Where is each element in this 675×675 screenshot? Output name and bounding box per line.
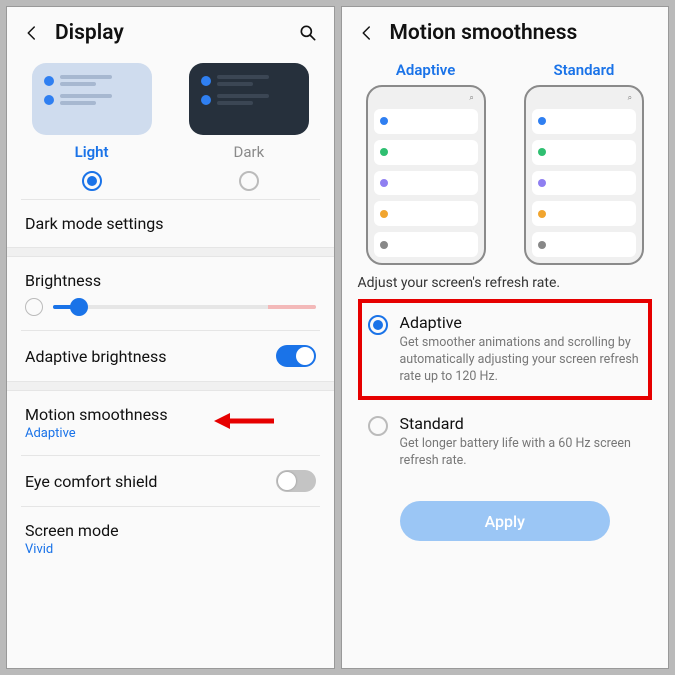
radio-adaptive[interactable] xyxy=(368,315,388,335)
screen-motion-smoothness: Motion smoothness Adaptive ⌕ Standard ⌕ xyxy=(341,6,670,669)
magnifier-icon: ⌕ xyxy=(626,93,634,101)
dark-mode-settings-label: Dark mode settings xyxy=(25,214,316,233)
option-adaptive-desc: Get smoother animations and scrolling by… xyxy=(400,335,643,386)
slider-knob[interactable] xyxy=(70,298,88,316)
theme-preview-dark xyxy=(189,63,309,135)
option-standard-title: Standard xyxy=(400,414,643,433)
description: Adjust your screen's refresh rate. xyxy=(342,265,669,299)
screen-mode-value: Vivid xyxy=(25,542,316,557)
preview-row: Adaptive ⌕ Standard ⌕ xyxy=(342,55,669,265)
motion-smoothness-value: Adaptive xyxy=(25,426,316,441)
toggle-eye-comfort[interactable] xyxy=(276,470,316,492)
back-icon[interactable] xyxy=(23,24,41,42)
screen-display: Display Light Dark Dark mode settings xyxy=(6,6,335,669)
radio-standard[interactable] xyxy=(368,416,388,436)
motion-smoothness-label: Motion smoothness xyxy=(25,405,316,424)
header: Display xyxy=(7,7,334,55)
back-icon[interactable] xyxy=(358,24,376,42)
apply-label: Apply xyxy=(485,512,525,531)
brightness-slider[interactable] xyxy=(7,292,334,330)
theme-picker: Light Dark xyxy=(7,55,334,199)
row-brightness: Brightness xyxy=(7,257,334,292)
toggle-adaptive-brightness[interactable] xyxy=(276,345,316,367)
header: Motion smoothness xyxy=(342,7,669,55)
search-icon[interactable] xyxy=(298,23,318,43)
row-dark-mode-settings[interactable]: Dark mode settings xyxy=(7,200,334,247)
adaptive-brightness-label: Adaptive brightness xyxy=(25,347,276,366)
option-adaptive-title: Adaptive xyxy=(400,313,643,332)
option-standard-desc: Get longer battery life with a 60 Hz scr… xyxy=(400,436,643,470)
tab-adaptive-label: Adaptive xyxy=(352,55,500,85)
tab-standard-label: Standard xyxy=(510,55,658,85)
theme-preview-light xyxy=(32,63,152,135)
option-adaptive[interactable]: Adaptive Get smoother animations and scr… xyxy=(358,299,653,400)
theme-option-dark[interactable]: Dark xyxy=(170,63,327,199)
theme-label-dark: Dark xyxy=(170,143,327,161)
row-adaptive-brightness[interactable]: Adaptive brightness xyxy=(7,331,334,381)
brightness-label: Brightness xyxy=(25,271,316,290)
magnifier-icon: ⌕ xyxy=(468,93,476,101)
slider-track[interactable] xyxy=(53,305,316,309)
page-title: Display xyxy=(55,21,124,45)
page-title: Motion smoothness xyxy=(390,21,578,45)
row-eye-comfort[interactable]: Eye comfort shield xyxy=(7,456,334,506)
theme-label-light: Light xyxy=(13,143,170,161)
radio-dark[interactable] xyxy=(239,171,259,191)
preview-adaptive: Adaptive ⌕ xyxy=(352,55,500,265)
option-standard[interactable]: Standard Get longer battery life with a … xyxy=(358,400,653,484)
phone-preview-adaptive: ⌕ xyxy=(366,85,486,265)
sun-icon xyxy=(25,298,43,316)
row-screen-mode[interactable]: Screen mode Vivid xyxy=(7,507,334,571)
eye-comfort-label: Eye comfort shield xyxy=(25,472,276,491)
apply-button[interactable]: Apply xyxy=(400,501,610,541)
theme-option-light[interactable]: Light xyxy=(13,63,170,199)
screen-mode-label: Screen mode xyxy=(25,521,316,540)
row-motion-smoothness[interactable]: Motion smoothness Adaptive xyxy=(7,391,334,455)
preview-standard: Standard ⌕ xyxy=(510,55,658,265)
phone-preview-standard: ⌕ xyxy=(524,85,644,265)
radio-light[interactable] xyxy=(82,171,102,191)
